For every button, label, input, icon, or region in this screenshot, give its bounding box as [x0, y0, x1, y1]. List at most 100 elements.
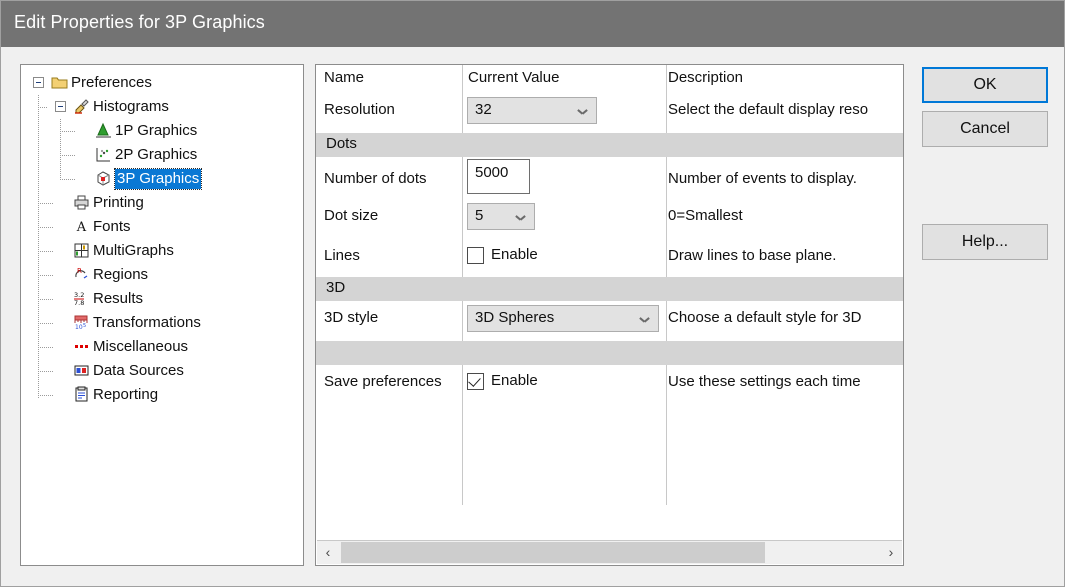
- column-header-name: Name: [324, 69, 364, 86]
- window-title: Edit Properties for 3P Graphics: [14, 12, 265, 33]
- tree-guide-line: [60, 179, 76, 180]
- tree-item-printing[interactable]: Printing: [21, 191, 303, 215]
- histogram-2p-icon: [95, 146, 112, 163]
- tree-guide-line: [38, 251, 54, 252]
- tree-item-label[interactable]: Miscellaneous: [93, 337, 188, 357]
- grid-group-row: Dots: [316, 133, 903, 157]
- checkbox-label: Enable: [491, 372, 538, 389]
- chevron-down-icon[interactable]: [578, 109, 587, 114]
- results-numbers-icon: 3.27.8: [73, 290, 90, 307]
- tree-item-label[interactable]: Data Sources: [93, 361, 184, 381]
- title-bar: Edit Properties for 3P Graphics: [1, 1, 1065, 47]
- multigraph-grid-icon: [73, 242, 90, 259]
- regions-icon: R: [73, 266, 90, 283]
- ok-button[interactable]: OK: [922, 67, 1048, 103]
- tree-item-reporting[interactable]: Reporting: [21, 383, 303, 407]
- property-description: 0=Smallest: [668, 207, 902, 224]
- preferences-tree[interactable]: Preferences Histograms 1P Graphics 2P Graph…: [20, 64, 304, 566]
- grid-header-row: Name Current Value Description: [316, 65, 903, 93]
- tree-item-multigraphs[interactable]: MultiGraphs: [21, 239, 303, 263]
- help-button[interactable]: Help...: [922, 224, 1048, 260]
- tree-guide-line: [60, 119, 61, 181]
- combobox-3d-style[interactable]: 3D Spheres: [467, 305, 659, 332]
- column-header-current-value: Current Value: [468, 69, 559, 86]
- tree-item-miscellaneous[interactable]: Miscellaneous: [21, 335, 303, 359]
- tree-item-data-sources[interactable]: Data Sources: [21, 359, 303, 383]
- horizontal-scrollbar[interactable]: ‹ ›: [317, 540, 902, 564]
- properties-grid[interactable]: Name Current Value Description Resolution 32…: [315, 64, 904, 566]
- chevron-down-icon[interactable]: [516, 215, 525, 220]
- tree-item-results[interactable]: 3.27.8Results: [21, 287, 303, 311]
- combobox-value: 5: [475, 207, 483, 224]
- svg-text:10: 10: [75, 324, 83, 331]
- scroll-left-arrow-icon[interactable]: ‹: [317, 541, 339, 564]
- paintbrush-icon: [73, 98, 90, 115]
- grid-group-row: 3D: [316, 277, 903, 301]
- data-sources-icon: [73, 362, 90, 379]
- checkbox-label: Enable: [491, 246, 538, 263]
- tree-item-label[interactable]: Results: [93, 289, 143, 309]
- tree-item-label[interactable]: Printing: [93, 193, 144, 213]
- scrollbar-thumb[interactable]: [341, 542, 765, 563]
- svg-text:5: 5: [83, 323, 86, 329]
- scroll-right-arrow-icon[interactable]: ›: [880, 541, 902, 564]
- tree-item-regions[interactable]: R Regions: [21, 263, 303, 287]
- tree-guide-line: [38, 203, 54, 204]
- property-description: Choose a default style for 3D: [668, 309, 902, 326]
- font-a-icon: A: [73, 218, 90, 235]
- tree-guide-line: [38, 107, 48, 108]
- property-name: Lines: [324, 247, 360, 264]
- tree-item-transformations[interactable]: 105 Transformations: [21, 311, 303, 335]
- svg-text:A: A: [76, 220, 87, 235]
- tree-guide-line: [38, 395, 54, 396]
- grid-property-row: Number of dots 5000 Number of events to di…: [316, 157, 903, 199]
- grid-property-row: Resolution32Select the default display r…: [316, 93, 903, 133]
- checkbox-box[interactable]: [467, 247, 484, 264]
- tree-item-label[interactable]: Fonts: [93, 217, 131, 237]
- tree-guide-line: [60, 131, 76, 132]
- property-name: Dot size: [324, 207, 378, 224]
- tree-guide-line: [38, 227, 54, 228]
- svg-text:7.8: 7.8: [74, 299, 84, 307]
- property-name: Resolution: [324, 101, 395, 118]
- tree-item-label[interactable]: Transformations: [93, 313, 201, 333]
- tree-expander-collapse-icon[interactable]: [33, 77, 44, 88]
- tree-guide-line: [38, 299, 54, 300]
- grid-property-row: LinesEnableDraw lines to base plane.: [316, 239, 903, 277]
- svg-text:R: R: [77, 267, 82, 275]
- check-tick-icon: [468, 374, 481, 387]
- grid-group-row: [316, 341, 903, 365]
- property-name: Save preferences: [324, 373, 442, 390]
- cancel-button[interactable]: Cancel: [922, 111, 1048, 147]
- property-description: Number of events to display.: [668, 170, 902, 187]
- tree-item-label[interactable]: Regions: [93, 265, 148, 285]
- tree-item-label[interactable]: 2P Graphics: [115, 145, 197, 165]
- chevron-down-icon[interactable]: [640, 317, 649, 322]
- tree-item-label[interactable]: Histograms: [93, 97, 169, 117]
- tree-guide-line: [38, 371, 54, 372]
- grid-group-label: Dots: [326, 135, 357, 152]
- checkbox-box[interactable]: [467, 373, 484, 390]
- tree-guide-line: [38, 275, 54, 276]
- printer-icon: [73, 194, 90, 211]
- textbox-number-of-dots[interactable]: 5000: [467, 159, 530, 194]
- tree-item-label[interactable]: 3P Graphics: [115, 169, 201, 189]
- grid-property-row: Save preferencesEnableUse these settings…: [316, 365, 903, 403]
- combobox-dot-size[interactable]: 5: [467, 203, 535, 230]
- combobox-value: 3D Spheres: [475, 309, 554, 326]
- tree-item-label[interactable]: Preferences: [71, 73, 152, 93]
- tree-expander-collapse-icon[interactable]: [55, 101, 66, 112]
- property-name: Number of dots: [324, 170, 427, 187]
- edit-properties-dialog: Edit Properties for 3P Graphics Preferen…: [0, 0, 1065, 587]
- tree-item-label[interactable]: 1P Graphics: [115, 121, 197, 141]
- reporting-icon: [73, 386, 90, 403]
- grid-group-label: 3D: [326, 279, 345, 296]
- tree-item-label[interactable]: MultiGraphs: [93, 241, 174, 261]
- column-header-description: Description: [668, 69, 902, 86]
- tree-item-label[interactable]: Reporting: [93, 385, 158, 405]
- tree-item-fonts[interactable]: A Fonts: [21, 215, 303, 239]
- tree-guide-line: [38, 347, 54, 348]
- tree-item-histograms[interactable]: Histograms: [21, 95, 303, 119]
- tree-item-preferences[interactable]: Preferences: [21, 71, 303, 95]
- combobox-resolution[interactable]: 32: [467, 97, 597, 124]
